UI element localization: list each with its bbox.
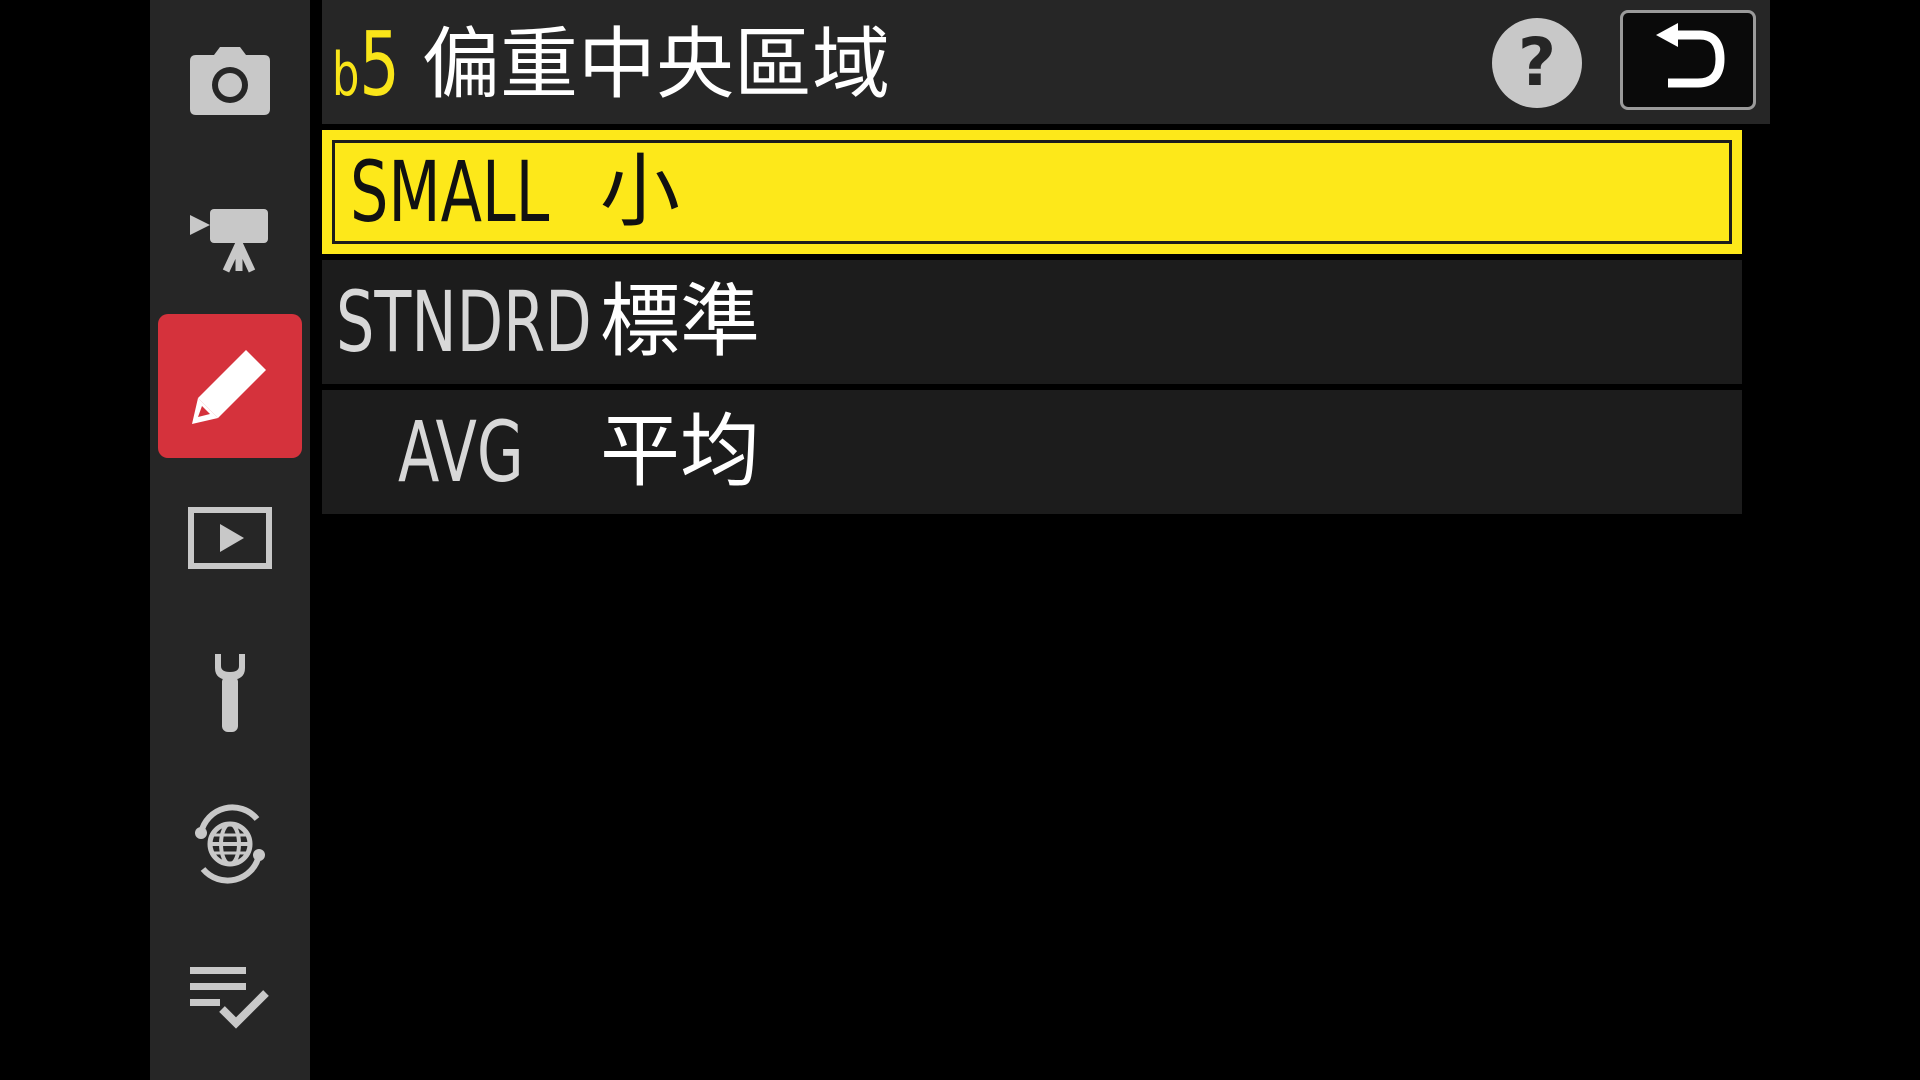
my-menu-tab[interactable]	[158, 926, 302, 1070]
page-title: 偏重中央區域	[422, 20, 891, 110]
camera-icon	[188, 47, 272, 117]
back-button[interactable]	[1620, 10, 1756, 110]
photo-shooting-menu-tab[interactable]	[158, 10, 302, 154]
menu-rail	[150, 0, 310, 1080]
wrench-icon	[205, 650, 255, 734]
help-icon: ?	[1517, 24, 1557, 101]
back-arrow-icon	[1648, 23, 1728, 97]
option-small[interactable]: SMALL 小	[322, 130, 1742, 254]
help-button[interactable]: ?	[1492, 18, 1582, 108]
network-menu-tab[interactable]	[158, 772, 302, 916]
custom-settings-menu-tab[interactable]	[158, 314, 302, 458]
option-label: 平均	[600, 405, 760, 498]
movie-camera-icon	[188, 203, 272, 273]
option-code: SMALL	[350, 143, 550, 241]
setting-code-letter: b	[332, 40, 360, 110]
option-code: AVG	[398, 403, 524, 501]
playback-icon	[188, 507, 272, 569]
option-label: 標準	[600, 275, 760, 368]
video-recording-menu-tab[interactable]	[158, 166, 302, 310]
menu-header: b5 偏重中央區域 ?	[322, 0, 1770, 124]
option-average[interactable]: AVG 平均	[322, 390, 1742, 514]
option-list: SMALL 小 STNDRD 標準 AVG 平均	[322, 130, 1742, 520]
setup-menu-tab[interactable]	[158, 620, 302, 764]
option-code: STNDRD	[336, 273, 592, 371]
setting-code: b5	[332, 10, 400, 130]
option-standard[interactable]: STNDRD 標準	[322, 260, 1742, 384]
option-label: 小	[600, 145, 680, 238]
playback-menu-tab[interactable]	[158, 466, 302, 610]
pencil-icon	[190, 346, 270, 426]
setting-code-number: 5	[359, 13, 400, 116]
my-menu-checklist-icon	[188, 963, 272, 1033]
network-globe-icon	[187, 801, 273, 887]
